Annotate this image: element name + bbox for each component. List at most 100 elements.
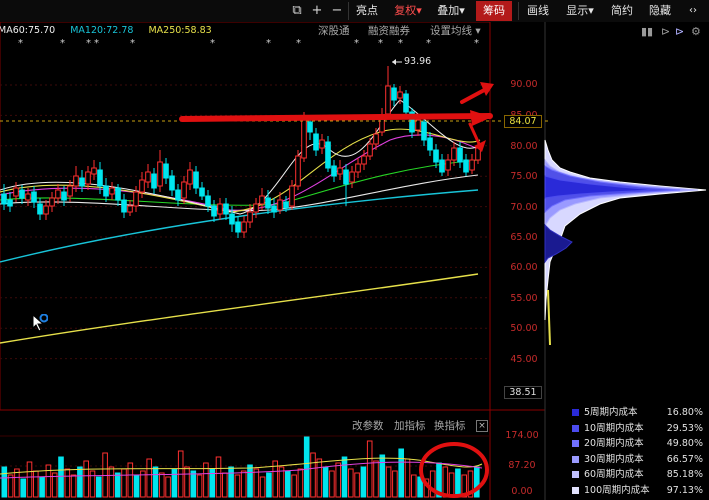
candlestick: [253, 203, 259, 213]
candlestick: [355, 163, 361, 173]
volume-bar: [360, 466, 367, 498]
candlestick: [397, 91, 403, 99]
volume-bar: [379, 454, 386, 498]
candlestick: [193, 171, 199, 189]
legend-percent: 16.80%: [666, 407, 703, 418]
legend-label: 5周期内成本: [584, 407, 638, 418]
candlestick: [427, 137, 433, 151]
hide-button[interactable]: 隐藏: [644, 1, 676, 21]
volume-bar: [215, 456, 222, 498]
volume-bar: [474, 466, 480, 498]
candlestick: [79, 177, 85, 187]
volume-bar: [165, 476, 171, 498]
annotation-arrow-line: [179, 113, 493, 122]
toolbar-divider: [518, 2, 519, 20]
legend-percent: 97.13%: [666, 484, 703, 496]
add-indicator-link[interactable]: 加指标: [394, 419, 426, 433]
event-marker[interactable]: *: [378, 38, 383, 50]
candlestick: [289, 185, 295, 207]
volume-bar: [348, 468, 354, 498]
volume-bar: [39, 476, 45, 498]
stock-connect-link[interactable]: 深股通: [318, 24, 350, 38]
candlestick: [13, 187, 19, 197]
volume-bar: [285, 470, 291, 498]
event-marker[interactable]: *: [426, 38, 431, 50]
candlestick: [187, 169, 193, 185]
candlestick: [133, 191, 139, 207]
candlestick: [7, 199, 13, 207]
volume-bar: [404, 458, 411, 498]
candlestick: [55, 189, 61, 199]
event-marker[interactable]: *: [266, 38, 271, 50]
legend-swatch: [572, 486, 579, 494]
highlight-button[interactable]: 亮点: [350, 1, 384, 21]
volume-bar: [385, 466, 392, 498]
price-tick: 80.00: [510, 141, 538, 152]
candlestick: [301, 119, 307, 159]
event-marker[interactable]: *: [94, 38, 99, 50]
simple-mode-button[interactable]: 简约: [606, 1, 638, 21]
event-marker[interactable]: *: [296, 38, 301, 50]
volume-bar: [247, 464, 253, 498]
edit-params-link[interactable]: 改参数: [352, 419, 384, 433]
event-marker[interactable]: *: [130, 38, 135, 50]
volume-bar: [96, 476, 102, 498]
legend-swatch: [572, 471, 579, 479]
legend-label: 60周期内成本: [584, 469, 644, 481]
event-marker[interactable]: *: [474, 38, 479, 50]
price-tick: 75.00: [510, 171, 538, 182]
chip-bars-icon[interactable]: ▮▮: [641, 24, 653, 40]
chip-current-marker: [547, 289, 551, 346]
event-marker[interactable]: *: [210, 38, 215, 50]
collapse-panel-button[interactable]: ‹›: [680, 1, 706, 21]
price-tick: 55.00: [510, 293, 538, 304]
flag-icon[interactable]: ⊳: [661, 24, 670, 40]
margin-trading-link[interactable]: 融资融券: [368, 24, 410, 38]
volume-bar: [171, 468, 178, 498]
display-button[interactable]: 显示▾: [560, 1, 600, 21]
minus-icon[interactable]: −: [326, 1, 348, 21]
volume-bar: [184, 466, 190, 498]
candlestick: [349, 171, 355, 183]
candlestick: [451, 147, 457, 161]
price-tick: 50.00: [510, 323, 538, 334]
legend-swatch: [572, 409, 579, 416]
legend-row: 5周期内成本 16.80%: [570, 405, 709, 421]
flag-active-icon[interactable]: ⊳: [675, 24, 684, 40]
candlestick: [367, 143, 373, 157]
volume-bar: [411, 474, 417, 498]
close-icon[interactable]: ×: [476, 420, 488, 432]
draw-line-button[interactable]: 画线: [522, 1, 554, 21]
volume-bar: [366, 440, 373, 498]
event-marker[interactable]: *: [60, 38, 65, 50]
volume-bar: [234, 474, 241, 498]
candlestick: [205, 195, 211, 207]
event-marker[interactable]: *: [86, 38, 91, 50]
volume-bar: [159, 472, 165, 498]
candlestick: [361, 155, 367, 165]
chip-distribution-button[interactable]: 筹码: [476, 1, 512, 21]
switch-indicator-link[interactable]: 换指标: [434, 419, 466, 433]
volume-bar: [7, 474, 14, 498]
event-marker[interactable]: *: [398, 38, 403, 50]
annotation-arrowhead: [470, 110, 492, 126]
candlestick: [67, 185, 73, 197]
candlestick: [331, 165, 337, 177]
volume-bar: [240, 470, 247, 498]
plus-icon[interactable]: +: [306, 1, 328, 21]
ma-settings-link[interactable]: 设置均线 ▾: [430, 24, 481, 38]
candlestick: [157, 161, 163, 187]
candlestick: [385, 85, 391, 115]
legend-swatch: [572, 440, 579, 448]
settings-gear-icon[interactable]: ⚙: [691, 24, 701, 40]
window-icon[interactable]: ⧉: [286, 1, 308, 21]
volume-bar: [26, 461, 33, 498]
adjust-price-button[interactable]: 复权▾: [390, 1, 426, 21]
candlestick: [151, 173, 157, 189]
volume-bar: [70, 474, 77, 498]
event-marker[interactable]: *: [354, 38, 359, 50]
candlestick: [457, 147, 463, 163]
overlay-button[interactable]: 叠加▾: [432, 1, 470, 21]
event-marker[interactable]: *: [18, 38, 23, 50]
volume-bar: [121, 468, 127, 498]
